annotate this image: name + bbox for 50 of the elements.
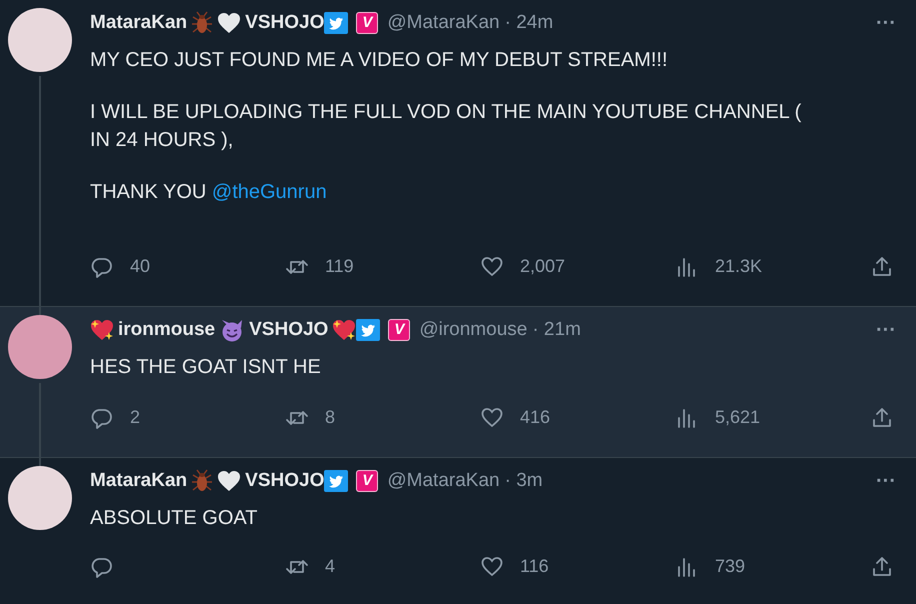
heart-icon[interactable] <box>480 254 504 278</box>
post-text: I WILL BE UPLOADING THE FULL VOD ON THE MAIN YOUTUBE CHANNEL ( IN 24 HOURS ), <box>90 100 802 153</box>
v-badge: V <box>356 12 378 34</box>
share-icon[interactable] <box>870 254 894 278</box>
user-handle[interactable]: @MataraKan <box>387 8 500 38</box>
post-time[interactable]: · 3m <box>504 466 543 496</box>
replies-count: 40 <box>130 255 150 278</box>
user-name[interactable]: MataraKan <box>90 466 188 496</box>
bird-badge-icon <box>356 319 380 341</box>
user-name[interactable]: VSHOJO <box>245 466 324 496</box>
mention-link[interactable]: @theGunrun <box>212 181 327 203</box>
v-badge: V <box>388 319 410 341</box>
user-name[interactable]: VSHOJO <box>249 316 328 344</box>
bird-badge-icon <box>324 12 348 34</box>
post-text: ABSOLUTE GOAT <box>90 506 258 531</box>
post-time[interactable]: · 21m <box>532 316 581 344</box>
retweets-count: 8 <box>325 406 336 429</box>
views-count: 21.3K <box>715 255 762 278</box>
bird-badge-icon <box>324 470 348 492</box>
heart-icon <box>217 12 242 34</box>
post-text: THANK YOU @theGunrun <box>90 180 328 205</box>
cockroach-icon <box>191 11 214 35</box>
share-icon[interactable] <box>870 554 894 578</box>
more-button[interactable]: ··· <box>876 320 896 340</box>
v-badge: V <box>356 470 378 492</box>
retweets-count: 119 <box>325 255 354 278</box>
post-text: MY CEO JUST FOUND ME A VIDEO OF MY DEBUT STREAM!!! <box>90 48 668 73</box>
views-count: 5,621 <box>715 406 760 429</box>
heart-icon <box>217 470 242 492</box>
user-handle[interactable]: @MataraKan <box>387 466 500 496</box>
user-name[interactable]: ironmouse <box>118 316 216 344</box>
retweets-count: 4 <box>325 555 336 578</box>
views-count: 739 <box>715 555 746 578</box>
heart-icon[interactable] <box>480 554 504 578</box>
post-text: HES THE GOAT ISNT HE <box>90 355 322 380</box>
user-handle[interactable]: @ironmouse <box>419 316 528 344</box>
sparkling-heart-icon <box>90 319 114 341</box>
likes-count: 416 <box>520 406 550 429</box>
share-icon[interactable] <box>870 406 894 430</box>
heart-icon[interactable] <box>480 406 504 430</box>
likes-count: 2,007 <box>520 255 566 278</box>
post-time[interactable]: · 24m <box>504 8 554 38</box>
sparkling-heart-icon <box>332 319 356 341</box>
more-button[interactable]: ··· <box>876 471 896 491</box>
cockroach-icon <box>191 469 214 493</box>
more-button[interactable]: ··· <box>876 13 896 33</box>
user-name[interactable]: VSHOJO <box>245 8 324 38</box>
user-name[interactable]: MataraKan <box>90 8 188 38</box>
replies-count: 2 <box>130 406 140 429</box>
likes-count: 116 <box>520 555 549 578</box>
